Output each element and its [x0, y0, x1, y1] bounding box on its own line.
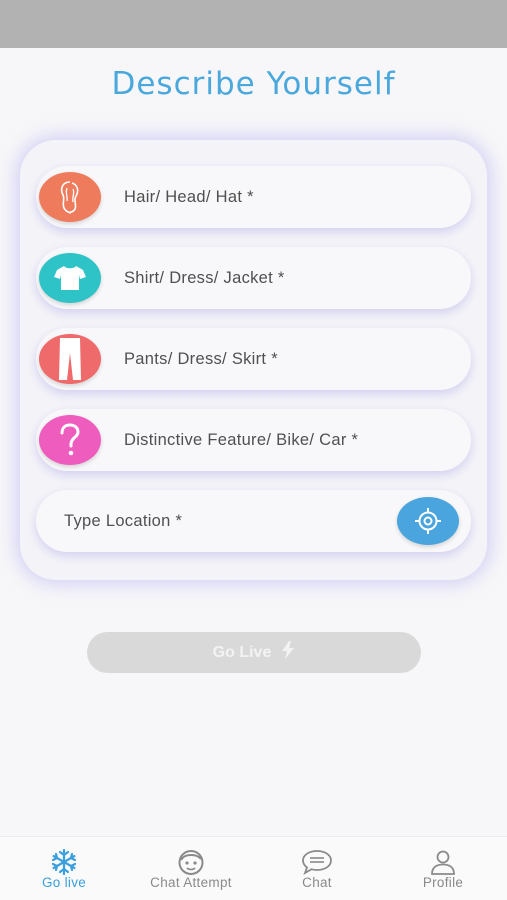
location-input[interactable]: Type Location * [64, 512, 182, 531]
page-title: Describe Yourself [111, 66, 396, 102]
target-icon[interactable] [397, 497, 459, 545]
chat-bubble-icon [301, 849, 333, 875]
nav-chat-attempt-label: Chat Attempt [150, 875, 232, 890]
feature-field-label: Distinctive Feature/ Bike/ Car * [124, 430, 359, 449]
snowflake-icon [50, 849, 78, 875]
nav-go-live-label: Go live [41, 875, 87, 890]
feature-field[interactable]: Distinctive Feature/ Bike/ Car * [36, 409, 471, 471]
pants-field[interactable]: Pants/ Dress/ Skirt * [36, 328, 471, 390]
shirt-field[interactable]: Shirt/ Dress/ Jacket * [36, 247, 471, 309]
go-live-button[interactable]: Go Live [87, 632, 421, 673]
person-icon [430, 849, 456, 875]
hair-icon [39, 172, 101, 222]
bottom-nav: Go live Chat Attempt Chat Profile [0, 836, 507, 900]
shirt-icon [39, 253, 101, 303]
nav-profile-label: Profile [422, 875, 464, 890]
face-icon [176, 849, 206, 875]
pants-field-label: Pants/ Dress/ Skirt * [124, 349, 278, 368]
location-field[interactable]: Type Location * [36, 490, 471, 552]
pants-icon [39, 334, 101, 384]
question-icon [39, 415, 101, 465]
nav-go-live[interactable]: Go live [4, 837, 124, 900]
status-bar [0, 0, 507, 48]
nav-chat[interactable]: Chat [257, 837, 377, 900]
nav-chat-attempt[interactable]: Chat Attempt [131, 837, 251, 900]
hair-field-label: Hair/ Head/ Hat * [124, 187, 254, 206]
nav-profile[interactable]: Profile [383, 837, 503, 900]
shirt-field-label: Shirt/ Dress/ Jacket * [124, 268, 285, 287]
nav-chat-label: Chat [302, 875, 332, 890]
hair-field[interactable]: Hair/ Head/ Hat * [36, 166, 471, 228]
go-live-label: Go Live [212, 643, 272, 661]
lightning-icon [281, 641, 295, 664]
